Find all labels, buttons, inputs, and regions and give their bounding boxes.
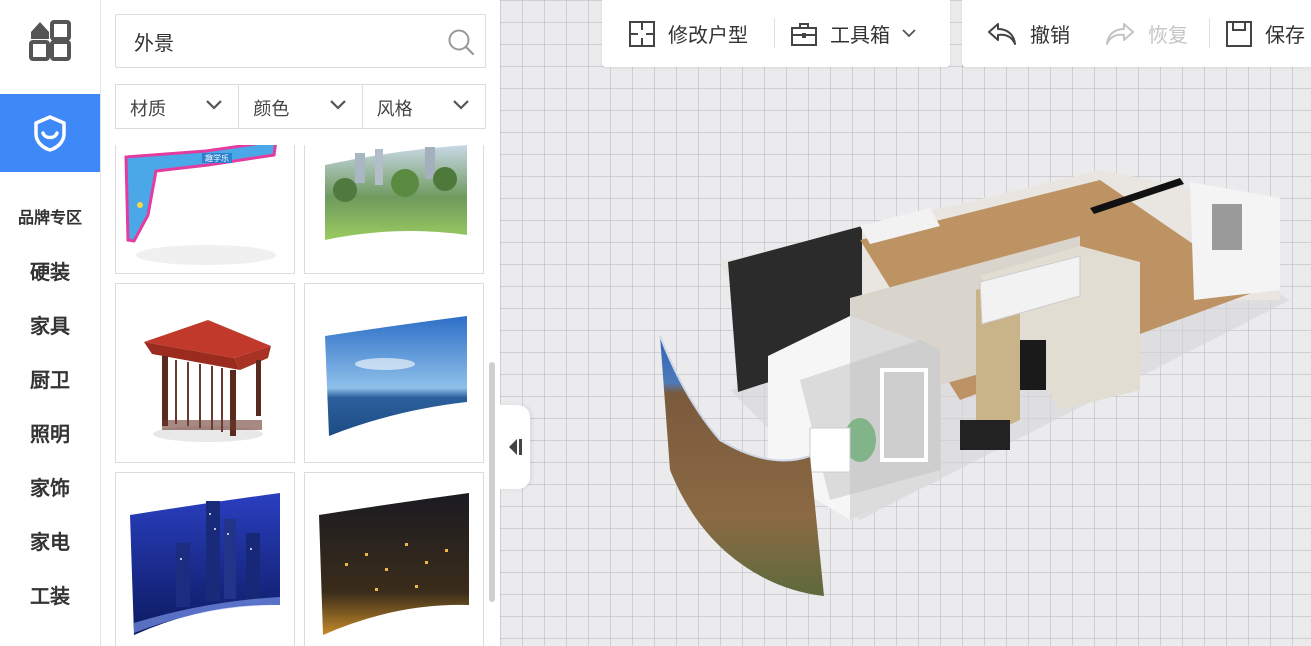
model-card-storefront-sign[interactable]: 趣学乐 <box>115 145 295 274</box>
city-night-blue-thumbnail <box>130 493 280 635</box>
save-button[interactable]: 保存 <box>1225 0 1305 67</box>
undo-icon <box>988 22 1016 45</box>
toolbar-left-group: 修改户型 工具箱 <box>602 0 950 67</box>
shield-smile-icon <box>34 115 66 152</box>
model-card-city-night-gold[interactable] <box>304 472 484 646</box>
nav-item-kitchen-bath[interactable]: 厨卫 <box>0 364 100 393</box>
nav-item-decor[interactable]: 家饰 <box>0 472 100 501</box>
storefront-sign-thumbnail: 趣学乐 <box>124 145 277 265</box>
chevron-down-icon <box>329 100 346 110</box>
nav-item-appliances[interactable]: 家电 <box>0 526 100 555</box>
chevron-down-icon <box>453 100 469 110</box>
save-label: 保存 <box>1265 23 1305 47</box>
nav-item-lighting[interactable]: 照明 <box>0 418 100 447</box>
model-card-park-backdrop[interactable] <box>304 145 484 274</box>
city-night-gold-thumbnail <box>319 493 469 635</box>
edit-floorplan-button[interactable]: 修改户型 <box>628 0 748 67</box>
nav-item-catalog[interactable] <box>0 94 100 172</box>
filter-bar: 材质 颜色 风格 <box>115 84 486 129</box>
model-card-pavilion[interactable] <box>115 283 295 463</box>
filter-label: 风格 <box>376 99 413 120</box>
toolbox-icon <box>791 22 817 46</box>
search-icon[interactable] <box>447 28 475 56</box>
model-library-panel: 材质 颜色 风格 趣学乐 <box>101 0 500 646</box>
grid-apps-icon <box>29 20 71 61</box>
floorplan-3d-model[interactable] <box>500 0 1311 646</box>
model-card-city-night-blue[interactable] <box>115 472 295 646</box>
filter-color-dropdown[interactable]: 颜色 <box>239 85 363 128</box>
chevron-down-icon <box>206 100 223 110</box>
filter-label: 材质 <box>130 99 166 120</box>
pavilion-thumbnail <box>144 320 271 442</box>
edit-floorplan-label: 修改户型 <box>668 23 748 47</box>
toolbar-divider <box>1209 18 1210 48</box>
redo-icon <box>1106 22 1134 45</box>
filter-material-dropdown[interactable]: 材质 <box>116 85 240 128</box>
app-menu-button[interactable] <box>0 0 100 80</box>
nav-item-hardscape[interactable]: 硬装 <box>0 256 100 285</box>
sign-text: 趣学乐 <box>205 153 229 163</box>
redo-label: 恢复 <box>1148 23 1188 47</box>
left-navigation: 品牌专区 硬装 家具 厨卫 照明 家饰 家电 工装 <box>0 0 101 646</box>
filter-style-dropdown[interactable]: 风格 <box>363 85 485 128</box>
search-box <box>115 14 486 68</box>
toolbar-right-group: 撤销 恢复 保存 <box>962 0 1311 67</box>
collapse-panel-button[interactable] <box>500 405 530 489</box>
model-card-sea-backdrop[interactable] <box>304 283 484 463</box>
filter-label: 颜色 <box>253 99 290 120</box>
undo-label: 撤销 <box>1030 23 1070 47</box>
3d-canvas[interactable] <box>500 0 1311 646</box>
sea-backdrop-thumbnail <box>325 316 467 436</box>
model-grid: 趣学乐 <box>115 145 489 646</box>
floorplan-icon <box>629 20 655 47</box>
collapse-left-icon <box>509 439 522 455</box>
undo-button[interactable]: 撤销 <box>986 0 1070 67</box>
chevron-down-icon <box>902 29 916 38</box>
park-backdrop-thumbnail <box>325 145 467 240</box>
save-icon <box>1226 20 1252 47</box>
nav-item-brand-zone[interactable]: 品牌专区 <box>0 204 100 228</box>
nav-item-commercial[interactable]: 工装 <box>0 580 100 609</box>
search-input[interactable] <box>134 26 434 56</box>
nav-item-furniture[interactable]: 家具 <box>0 310 100 339</box>
toolbar-divider <box>774 18 775 48</box>
redo-button[interactable]: 恢复 <box>1104 0 1188 67</box>
toolbox-dropdown[interactable]: 工具箱 <box>790 0 916 67</box>
toolbox-label: 工具箱 <box>830 23 890 47</box>
grid-scrollbar[interactable] <box>489 362 495 602</box>
